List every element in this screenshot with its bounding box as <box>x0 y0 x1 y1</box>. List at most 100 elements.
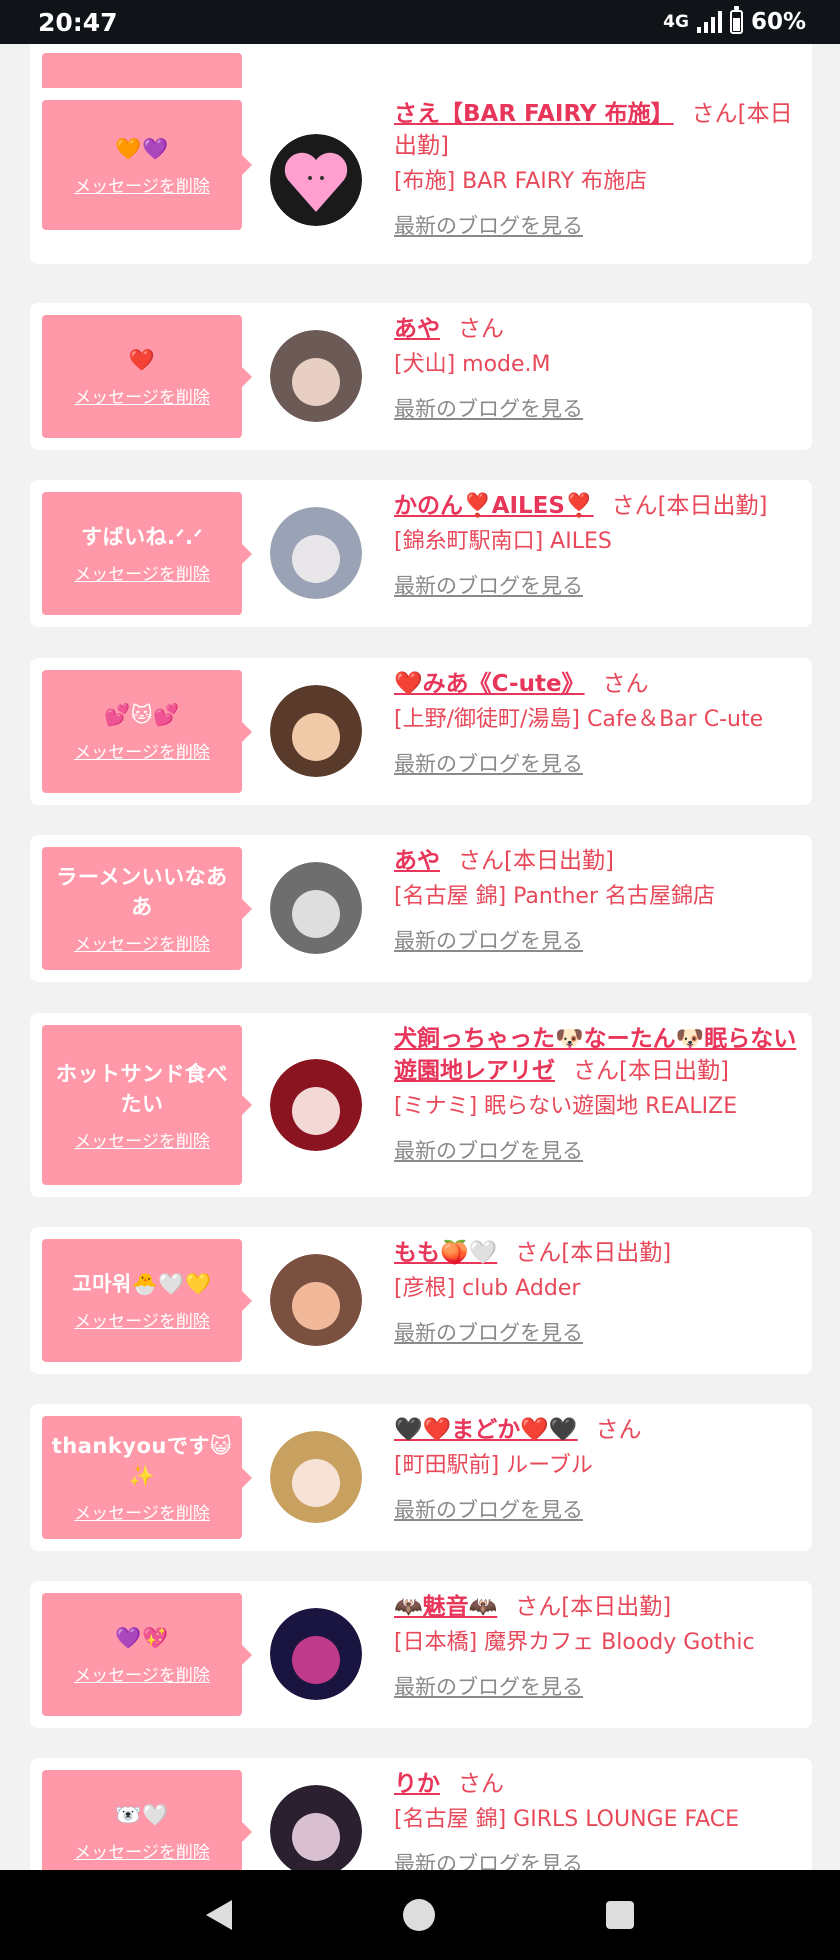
cast-suffix: さん <box>595 1417 642 1443</box>
cast-name-link[interactable]: 🦇魅音🦇 <box>394 1594 497 1620</box>
avatar[interactable] <box>270 330 362 422</box>
blog-link[interactable]: 最新のブログを見る <box>394 748 583 778</box>
status-bar: 20:47 4G 60% <box>0 0 840 44</box>
card-info: かのん❣️AILES❣️ さん[本日出勤] [錦糸町駅南口] AILES 最新のブ… <box>394 490 806 600</box>
avatar[interactable] <box>270 862 362 954</box>
delete-message-link[interactable]: メッセージを削除 <box>74 172 210 197</box>
back-icon[interactable] <box>205 1900 232 1930</box>
cast-suffix: さん <box>458 316 504 342</box>
shop-name: [名古屋 錦] GIRLS LOUNGE FACE <box>394 1807 740 1832</box>
avatar[interactable] <box>270 1785 362 1870</box>
cast-suffix: さん[本日出勤] <box>573 1058 729 1084</box>
cast-suffix: さん <box>602 671 649 697</box>
message-text: thankyouです😺✨ <box>51 1434 233 1488</box>
status-icons: 4G 60% <box>663 6 806 35</box>
card-info: りか さん [名古屋 錦] GIRLS LOUNGE FACE 最新のブログを見る <box>394 1768 806 1870</box>
cast-name-link[interactable]: もも🍑🤍 <box>394 1240 497 1266</box>
cast-name-link[interactable]: りか <box>394 1771 440 1797</box>
avatar[interactable] <box>270 1431 362 1523</box>
avatar[interactable] <box>270 1254 362 1346</box>
avatar[interactable] <box>270 685 362 777</box>
message-text: ❤️ <box>128 348 156 372</box>
network-type: 4G <box>663 12 689 32</box>
cast-name-link[interactable]: あや <box>394 316 440 342</box>
home-icon[interactable] <box>402 1899 435 1931</box>
delete-message-link[interactable]: メッセージを削除 <box>74 1499 210 1524</box>
message-box: 🧡💜 メッセージを削除 <box>42 100 252 230</box>
shop-name: [名古屋 錦] Panther 名古屋錦店 <box>394 884 715 909</box>
shop-name: [布施] BAR FAIRY 布施店 <box>394 169 648 194</box>
blog-link[interactable]: 最新のブログを見る <box>394 925 583 955</box>
delete-message-link[interactable]: メッセージを削除 <box>74 930 210 955</box>
card-info: あや さん [犬山] mode.M 最新のブログを見る <box>394 313 806 423</box>
message-card: ホットサンド食べたい メッセージを削除 犬飼っちゃった🐶なーたん🐶眠らない遊園地… <box>30 1013 812 1197</box>
message-card: 🐻‍❄️🤍 メッセージを削除 りか さん [名古屋 錦] GIRLS LOUNGE… <box>30 1758 812 1870</box>
message-card: ラーメンいいなああ メッセージを削除 あや さん[本日出勤] [名古屋 錦] Pa… <box>30 835 812 982</box>
message-list: 🧡💜 メッセージを削除 さえ【BAR FAIRY 布施】 さん[本日出勤] [布施… <box>0 44 840 1870</box>
cast-suffix: さん <box>458 1771 504 1797</box>
message-box: ❤️ メッセージを削除 <box>42 315 252 438</box>
avatar[interactable] <box>270 1608 362 1700</box>
message-card: 고마워🐣🤍💛 メッセージを削除 もも🍑🤍 さん[本日出勤] [彦根] club A… <box>30 1227 812 1374</box>
battery-percent: 60% <box>750 9 806 35</box>
message-text: 💜💖 <box>115 1626 169 1650</box>
delete-message-link[interactable]: メッセージを削除 <box>74 738 210 763</box>
message-box-partial <box>42 53 242 93</box>
cast-suffix: さん[本日出勤] <box>515 1240 672 1266</box>
card-info: さえ【BAR FAIRY 布施】 さん[本日出勤] [布施] BAR FAIRY … <box>394 98 806 240</box>
cast-name-link[interactable]: ❤️みあ《C-ute》 <box>394 671 585 697</box>
delete-message-link[interactable]: メッセージを削除 <box>74 1307 210 1332</box>
card-info: 🖤❤️まどか❤️🖤 さん [町田駅前] ルーブル 最新のブログを見る <box>394 1414 806 1524</box>
blog-link[interactable]: 最新のブログを見る <box>394 570 583 600</box>
avatar[interactable] <box>270 134 362 226</box>
message-card: すばいね.ᐟ.ᐟ メッセージを削除 かのん❣️AILES❣️ さん[本日出勤] [… <box>30 480 812 627</box>
avatar[interactable] <box>270 507 362 599</box>
delete-message-link[interactable]: メッセージを削除 <box>74 1661 210 1686</box>
delete-message-link[interactable]: メッセージを削除 <box>74 1127 210 1152</box>
message-box: 🐻‍❄️🤍 メッセージを削除 <box>42 1770 252 1870</box>
message-text: すばいね.ᐟ.ᐟ <box>81 525 203 549</box>
recent-apps-icon[interactable] <box>606 1901 635 1929</box>
blog-link[interactable]: 最新のブログを見る <box>394 1135 583 1165</box>
delete-message-link[interactable]: メッセージを削除 <box>74 560 210 585</box>
delete-message-link[interactable]: メッセージを削除 <box>74 383 210 408</box>
shop-name: [彦根] club Adder <box>394 1276 581 1301</box>
message-text: ホットサンド食べたい <box>56 1061 228 1116</box>
shop-name: [上野/御徒町/湯島] Cafe＆Bar C-ute <box>394 707 764 732</box>
message-box: thankyouです😺✨ メッセージを削除 <box>42 1416 252 1539</box>
blog-link[interactable]: 最新のブログを見る <box>394 1494 583 1524</box>
cast-name-link[interactable]: さえ【BAR FAIRY 布施】 <box>394 101 674 127</box>
message-text: 고마워🐣🤍💛 <box>72 1272 212 1296</box>
shop-name: [ミナミ] 眠らない遊園地 REALIZE <box>394 1094 738 1119</box>
message-text: 🧡💜 <box>115 136 169 161</box>
message-text: 💕🐱💕 <box>104 703 180 727</box>
message-card: 💜💖 メッセージを削除 🦇魅音🦇 さん[本日出勤] [日本橋] 魔界カフェ Blo… <box>30 1581 812 1728</box>
message-box: 💜💖 メッセージを削除 <box>42 1593 252 1716</box>
blog-link[interactable]: 最新のブログを見る <box>394 1671 583 1701</box>
cast-suffix: さん[本日出勤] <box>458 848 614 874</box>
cast-suffix: さん[本日出勤] <box>515 1594 672 1620</box>
shop-name: [町田駅前] ルーブル <box>394 1453 593 1478</box>
navigation-bar <box>0 1870 840 1960</box>
card-info: もも🍑🤍 さん[本日出勤] [彦根] club Adder 最新のブログを見る <box>394 1237 806 1347</box>
shop-name: [錦糸町駅南口] AILES <box>394 529 612 554</box>
card-info: あや さん[本日出勤] [名古屋 錦] Panther 名古屋錦店 最新のブログを… <box>394 845 806 955</box>
blog-link[interactable]: 最新のブログを見る <box>394 1848 583 1870</box>
blog-link[interactable]: 最新のブログを見る <box>394 1317 583 1347</box>
battery-icon <box>729 6 743 34</box>
blog-link[interactable]: 最新のブログを見る <box>394 393 583 423</box>
cast-name-link[interactable]: 🖤❤️まどか❤️🖤 <box>394 1417 578 1443</box>
message-box: ラーメンいいなああ メッセージを削除 <box>42 847 252 970</box>
blog-link[interactable]: 最新のブログを見る <box>394 210 583 240</box>
shop-name: [犬山] mode.M <box>394 352 551 377</box>
card-info: 犬飼っちゃった🐶なーたん🐶眠らない遊園地レアリゼ さん[本日出勤] [ミナミ] 眠… <box>394 1023 806 1165</box>
cast-name-link[interactable]: かのん❣️AILES❣️ <box>394 493 594 519</box>
message-card: thankyouです😺✨ メッセージを削除 🖤❤️まどか❤️🖤 さん [町田駅前]… <box>30 1404 812 1551</box>
message-text: 🐻‍❄️🤍 <box>115 1803 169 1827</box>
avatar[interactable] <box>270 1059 362 1151</box>
message-card: 🧡💜 メッセージを削除 さえ【BAR FAIRY 布施】 さん[本日出勤] [布施… <box>30 88 812 264</box>
delete-message-link[interactable]: メッセージを削除 <box>74 1838 210 1863</box>
message-card: 💕🐱💕 メッセージを削除 ❤️みあ《C-ute》 さん [上野/御徒町/湯島] C… <box>30 658 812 805</box>
cast-name-link[interactable]: あや <box>394 848 440 874</box>
message-box: すばいね.ᐟ.ᐟ メッセージを削除 <box>42 492 252 615</box>
